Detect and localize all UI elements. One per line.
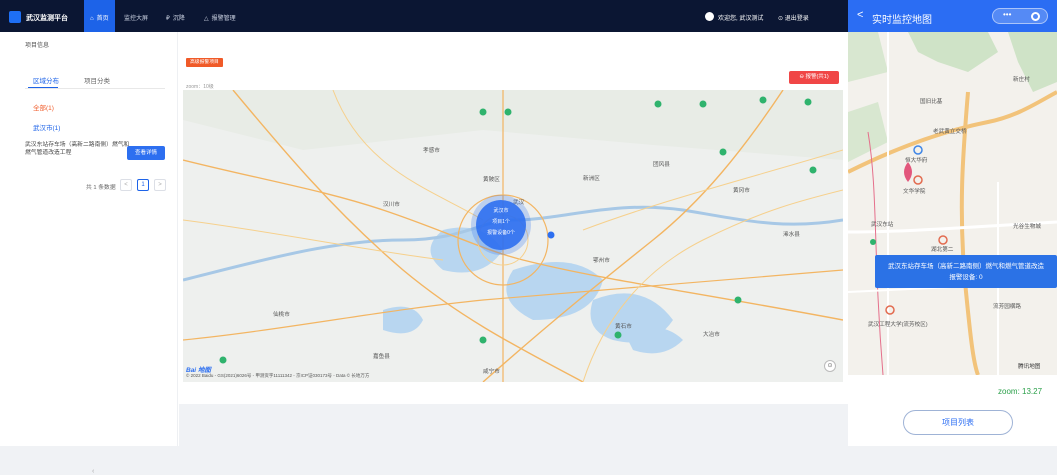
nav-monitor-screen[interactable]: 监控大屏 — [118, 0, 154, 32]
project-list-button[interactable]: 项目列表 — [903, 410, 1013, 435]
map-label-hanchuan: 汉川市 — [383, 202, 400, 208]
map-copyright: © 2022 Baidu - GS(2021)6026号 - 甲测资字11111… — [186, 373, 370, 378]
map-label-xianning: 咸宁市 — [483, 369, 500, 375]
avatar[interactable] — [705, 12, 714, 21]
tab-divider — [25, 88, 165, 89]
back-icon[interactable]: < — [857, 9, 863, 21]
project-popup[interactable]: 武汉东站存车场（高新二路南侧）燃气和燃气管道改造 报警设备: 0 — [875, 255, 1057, 288]
cluster-city: 武汉市 — [493, 208, 509, 214]
map-label-jiayu: 嘉鱼县 — [373, 354, 390, 360]
content-footer-area — [179, 404, 848, 446]
panel-label-wenhua: 文华学院 — [903, 189, 926, 195]
map-label-tuanfeng: 团风县 — [653, 162, 670, 168]
realtime-map-panel: < 实时监控地图 ••• 新庄村 国旧比基 老武黄立交桥 恒大华府 文华学院 武… — [848, 0, 1057, 446]
map-label-xishui: 浠水县 — [783, 232, 800, 238]
panel-label-wuhan-engineering: 武汉工程大学(流芳校区) — [868, 322, 928, 328]
nav-monitor-label: 监控大屏 — [124, 16, 149, 22]
alarm-button[interactable]: ⊖ 报警(共1) — [789, 71, 839, 84]
project-sidebar: 项目信息 区域分布 项目分类 全部(1) 武汉市(1) 武汉东站存车场（高新二路… — [0, 32, 178, 475]
popup-project-name: 武汉东站存车场（高新二路南侧）燃气和燃气管道改造 — [888, 263, 1044, 270]
warning-icon: △ — [204, 16, 209, 22]
welcome-text: 欢迎您, 武汉测试 — [718, 16, 764, 22]
panel-map[interactable]: 新庄村 国旧比基 老武黄立交桥 恒大华府 文华学院 武汉东站 光谷生物城 湖北第… — [848, 32, 1057, 375]
next-page-button[interactable]: > — [154, 179, 166, 191]
tencent-map-logo: 腾讯地图 — [1018, 364, 1041, 370]
panel-header: < 实时监控地图 ••• — [848, 0, 1057, 32]
sidebar-title: 项目信息 — [25, 43, 50, 49]
settlement-icon: ₽ — [166, 16, 170, 22]
panel-label-guojiu: 国旧比基 — [920, 99, 943, 105]
map-label-xiaogan: 孝感市 — [423, 148, 440, 154]
brand-title: 武汉监测平台 — [26, 15, 68, 22]
nav-home-label: 首页 — [96, 16, 109, 22]
panel-label-hubei-second: 湖北第二 — [931, 247, 954, 253]
home-icon: ⌂ — [90, 16, 94, 22]
nav-alarm-label: 报警管理 — [211, 16, 236, 22]
alarm-level-tag: 高级报警项目 — [186, 58, 223, 67]
brand-logo — [9, 11, 21, 23]
panel-label-laowuhuang: 老武黄立交桥 — [933, 129, 967, 135]
nav-alarm-management[interactable]: △ 报警管理 — [198, 0, 242, 32]
locate-icon[interactable]: ⊙ — [824, 360, 836, 372]
cluster-projects: 项目1个 — [492, 219, 510, 225]
map-label-huanggang: 黄冈市 — [733, 188, 750, 194]
close-target-icon[interactable] — [1031, 12, 1040, 21]
collapse-icon[interactable]: ‹ — [92, 468, 94, 475]
tab-active-indicator — [28, 87, 58, 88]
region-all[interactable]: 全部(1) — [33, 102, 54, 112]
view-detail-button[interactable]: 查看详情 — [127, 146, 165, 160]
page-1-button[interactable]: 1 — [137, 179, 149, 191]
zoom-readout: zoom: 13.27 — [998, 387, 1043, 396]
app-window: 武汉监测平台 ⌂ 首页 监控大屏 ₽ 沉降 △ 报警管理 欢迎您, 武汉测试 ⊙ 退出… — [0, 0, 848, 475]
map-label-ezhou: 鄂州市 — [593, 258, 610, 264]
nav-settlement-label: 沉降 — [172, 16, 185, 22]
map-label-daye: 大冶市 — [703, 332, 720, 338]
panel-label-liufang: 流芳园横路 — [993, 304, 1021, 310]
map-label-xiantao: 仙桃市 — [273, 312, 290, 318]
map-label-xinzhou: 新洲区 — [583, 176, 600, 182]
nav-home[interactable]: ⌂ 首页 — [84, 0, 115, 32]
mini-program-capsule[interactable]: ••• — [992, 8, 1048, 24]
more-icon[interactable]: ••• — [1003, 10, 1011, 19]
panel-label-guanggu: 光谷生物城 — [1013, 224, 1041, 230]
nav-settlement[interactable]: ₽ 沉降 — [160, 0, 191, 32]
panel-label-wuhan-east: 武汉东站 — [871, 222, 894, 228]
top-navbar: 武汉监测平台 ⌂ 首页 监控大屏 ₽ 沉降 △ 报警管理 欢迎您, 武汉测试 ⊙ 退出… — [0, 0, 848, 32]
tab-region[interactable]: 区域分布 — [33, 75, 59, 85]
map-label-huangpi: 黄陂区 — [483, 177, 500, 183]
map-label-huangshi: 黄石市 — [615, 324, 632, 330]
panel-label-hengda: 恒大华府 — [905, 158, 928, 164]
tab-category[interactable]: 项目分类 — [84, 75, 110, 85]
city-cluster-marker[interactable]: 武汉市 项目1个 报警设备0个 — [476, 200, 526, 250]
region-wuhan[interactable]: 武汉市(1) — [33, 122, 60, 132]
panel-title: 实时监控地图 — [872, 15, 932, 26]
total-count: 共 1 条数据 — [86, 185, 116, 191]
map-zoom-level: zoom：10级 — [186, 84, 214, 90]
logout-button[interactable]: ⊙ 退出登录 — [778, 13, 809, 22]
popup-alarm-devices: 报警设备: 0 — [949, 274, 983, 281]
panel-label-xinzhuang: 新庄村 — [1013, 77, 1030, 83]
cluster-alarm-devices: 报警设备0个 — [487, 230, 515, 236]
project-name: 武汉东站存车场（高新二路南侧）燃气和燃气管道改造工程 — [25, 142, 130, 156]
prev-page-button[interactable]: < — [120, 179, 132, 191]
